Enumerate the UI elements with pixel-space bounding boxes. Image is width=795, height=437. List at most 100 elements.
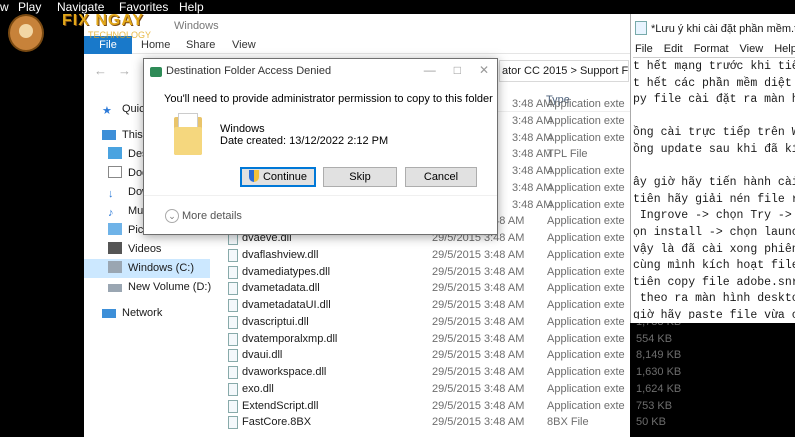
file-name: dvatemporalxmp.dll: [242, 332, 338, 345]
dialog-message: You'll need to provide administrator per…: [164, 93, 493, 105]
file-size: 50 KB: [636, 416, 666, 429]
copy-icon: [150, 67, 162, 77]
file-type: TPL File: [547, 148, 588, 161]
file-type: Application exte: [547, 114, 625, 127]
table-row[interactable]: dvametadata.dll 29/5/2015 3:48 AM Applicat…: [226, 280, 630, 297]
file-type: Application exte: [547, 265, 625, 278]
notepad-text-area[interactable]: t hết mạng trước khi tiến t hết các phần …: [633, 57, 795, 319]
menu-view[interactable]: w: [0, 0, 9, 14]
logo-brand: FIX NGAY: [62, 12, 145, 29]
file-size: 554 KB: [636, 332, 673, 345]
file-type: Application exte: [547, 299, 625, 311]
file-date: 29/5/2015 3:48 AM: [432, 315, 525, 328]
file-type: Application exte: [547, 248, 625, 261]
file-type: 8BX File: [547, 416, 589, 429]
file-date: 29/5/2015 3:48 AM: [432, 382, 525, 395]
np-menu-help[interactable]: Help: [774, 43, 795, 55]
np-menu-edit[interactable]: Edit: [664, 43, 683, 55]
file-name: dvamediatypes.dll: [242, 265, 331, 278]
folder-date: Date created: 13/12/2022 2:12 PM: [220, 135, 389, 147]
brand-logo: FIX NGAY TECHNOLOGY: [8, 12, 198, 54]
sidebar-item-new-volume-d[interactable]: New Volume (D:): [108, 278, 234, 297]
notepad-line: tiên copy file adobe.snr.p: [633, 275, 795, 289]
notepad-line: ồng update sau khi đã kích: [633, 142, 795, 156]
pictures-icon: [108, 223, 122, 235]
continue-button[interactable]: Continue: [240, 167, 316, 187]
notepad-line: [633, 159, 795, 176]
notepad-line: ồng cài trực tiếp trên Win: [633, 126, 795, 140]
file-type: Application exte: [547, 349, 625, 362]
table-row[interactable]: dvatemporalxmp.dll 29/5/2015 3:48 AM Appli…: [226, 331, 672, 348]
dialog-title: Destination Folder Access Denied: [166, 65, 332, 77]
forward-arrow-icon[interactable]: →: [118, 63, 131, 78]
notepad-line: ây giờ hãy tiến hành cài đ: [633, 176, 795, 190]
computer-icon: [102, 130, 116, 140]
notepad-line: vậy là đã cài xong phiên b: [633, 242, 795, 256]
file-type: Application exte: [547, 98, 625, 110]
sidebar-item-windows-c[interactable]: Windows (C:): [84, 259, 210, 278]
table-row[interactable]: dvascriptui.dll 29/5/2015 3:48 AM Applicat…: [226, 314, 681, 331]
file-date: 29/5/2015 3:48 AM: [432, 299, 525, 311]
chevron-down-icon: ⌄: [165, 209, 179, 223]
file-date: 29/5/2015 3:48 AM: [432, 366, 525, 378]
table-row[interactable]: exo.dll 29/5/2015 3:48 AM Application exte…: [226, 381, 681, 398]
more-details-toggle[interactable]: ⌄ More details: [165, 209, 242, 223]
notepad-title: *Lưu ý khi cài đặt phần mềm.txt -: [635, 21, 795, 35]
table-row[interactable]: dvametadataUI.dll 29/5/2015 3:48 AM Applic…: [226, 297, 680, 314]
sidebar-item-network[interactable]: Network: [102, 304, 228, 323]
file-type: Application exte: [547, 181, 625, 194]
file-size: 753 KB: [636, 399, 673, 412]
notepad-icon: [635, 21, 647, 35]
table-row[interactable]: ExtendScript.dll 29/5/2015 3:48 AM Applica…: [226, 398, 672, 415]
file-type: Application exte: [547, 366, 625, 378]
maximize-icon[interactable]: □: [454, 63, 461, 77]
network-icon: [102, 309, 116, 318]
file-name: dvametadata.dll: [242, 282, 320, 295]
notepad-line: [633, 109, 795, 126]
file-date: 29/5/2015 3:48 AM: [432, 399, 525, 412]
skip-button[interactable]: Skip: [323, 167, 397, 187]
np-menu-format[interactable]: Format: [694, 43, 729, 55]
file-type: Application exte: [547, 232, 625, 244]
address-input[interactable]: ator CC 2015 > Support Files >: [499, 60, 629, 82]
file-type: Application exte: [547, 315, 625, 328]
file-icon: [228, 399, 238, 413]
file-name: FastCore.8BX: [242, 416, 312, 429]
file-type: Application exte: [547, 165, 625, 177]
file-type: Application exte: [547, 399, 625, 412]
menu-help[interactable]: Help: [179, 0, 204, 14]
menu-play[interactable]: Play: [18, 0, 41, 14]
np-menu-file[interactable]: File: [635, 43, 653, 55]
folder-icon: [174, 113, 204, 155]
notepad-line: Ingrove -> chọn Try -> ch: [633, 209, 795, 223]
table-row[interactable]: dvaui.dll 29/5/2015 3:48 AM Application ex…: [226, 347, 681, 364]
file-date: 29/5/2015 3:48 AM: [432, 332, 525, 345]
notepad-line: t hết các phần mềm diệt vi: [633, 76, 795, 90]
file-name: dvaworkspace.dll: [242, 366, 327, 378]
notepad-line: t hết mạng trước khi tiến: [633, 60, 795, 73]
file-icon: [228, 265, 238, 279]
minimize-icon[interactable]: —: [424, 63, 436, 77]
file-date: 29/5/2015 3:48 AM: [432, 282, 525, 295]
file-icon: [228, 299, 238, 312]
file-type: Application exte: [547, 282, 625, 295]
notepad-line: cùng mình kích hoạt file n: [633, 259, 795, 273]
videos-icon: [108, 242, 122, 254]
table-row[interactable]: FastCore.8BX 29/5/2015 3:48 AM 8BX File 50 …: [226, 414, 666, 431]
close-icon[interactable]: ✕: [479, 63, 489, 77]
file-size: 8,149 KB: [636, 349, 682, 362]
file-name: dvascriptui.dll: [242, 315, 309, 328]
file-date: 29/5/2015 3:48 AM: [432, 248, 525, 261]
np-menu-view[interactable]: View: [740, 43, 764, 55]
table-row[interactable]: dvamediatypes.dll 29/5/2015 3:48 AM Applic…: [226, 264, 630, 281]
file-type: Application exte: [547, 332, 625, 345]
file-icon: [228, 315, 238, 329]
file-type: Application exte: [547, 131, 625, 144]
table-row[interactable]: dvaflashview.dll 29/5/2015 3:48 AM Applica…: [226, 247, 630, 264]
tab-view[interactable]: View: [232, 36, 256, 54]
sidebar-item-videos[interactable]: Videos: [108, 240, 234, 259]
file-icon: [228, 282, 238, 296]
back-arrow-icon[interactable]: ←: [94, 63, 107, 78]
table-row[interactable]: dvaworkspace.dll 29/5/2015 3:48 AM Applica…: [226, 364, 681, 381]
cancel-button[interactable]: Cancel: [405, 167, 477, 187]
